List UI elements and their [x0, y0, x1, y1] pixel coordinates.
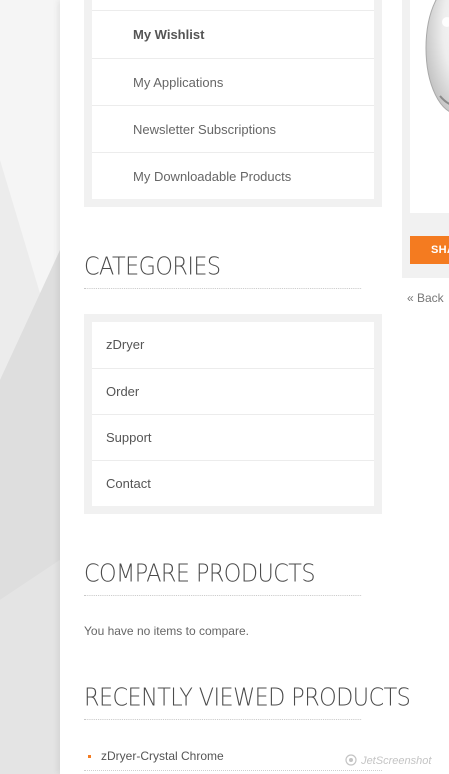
watermark-text: JetScreenshot	[361, 755, 432, 767]
account-nav-item-applications[interactable]: My Applications	[92, 58, 374, 105]
categories-title: CATEGORIES	[84, 251, 362, 289]
share-button[interactable]: SHA	[410, 236, 449, 264]
account-nav-item-newsletter[interactable]: Newsletter Subscriptions	[92, 105, 374, 152]
main-page: My Wishlist My Applications Newsletter S…	[60, 0, 449, 774]
recently-viewed-title: RECENTLY VIEWED PRODUCTS	[84, 682, 411, 720]
compare-title: COMPARE PRODUCTS	[84, 558, 362, 596]
category-item-order[interactable]: Order	[92, 368, 374, 414]
camera-lens-icon	[345, 754, 357, 766]
back-link[interactable]: « Back	[407, 291, 444, 305]
bullet-icon	[88, 755, 91, 758]
category-item-zdryer[interactable]: zDryer	[92, 322, 374, 368]
categories-list: zDryer Order Support Contact	[84, 314, 382, 514]
recently-viewed-item[interactable]: zDryer-Crystal Chrome	[84, 744, 382, 771]
watermark: JetScreenshot	[344, 754, 431, 767]
recently-viewed-list: zDryer-Crystal Chrome	[84, 744, 382, 771]
categories-title-text: CATEGORIES	[84, 251, 221, 281]
compare-empty-text: You have no items to compare.	[84, 624, 249, 638]
recently-viewed-title-text: RECENTLY VIEWED PRODUCTS	[84, 682, 411, 712]
recently-viewed-item-label: zDryer-Crystal Chrome	[101, 749, 224, 763]
product-photo-icon	[425, 0, 449, 112]
account-nav-item-wishlist[interactable]: My Wishlist	[92, 11, 374, 58]
account-nav-item-hidden[interactable]	[92, 0, 374, 11]
category-item-support[interactable]: Support	[92, 414, 374, 460]
account-nav-item-downloadable[interactable]: My Downloadable Products	[92, 152, 374, 199]
category-item-contact[interactable]: Contact	[92, 460, 374, 506]
compare-title-text: COMPARE PRODUCTS	[84, 558, 316, 588]
account-navigation: My Wishlist My Applications Newsletter S…	[84, 0, 382, 207]
product-panel: SHA	[402, 0, 449, 278]
product-image[interactable]	[410, 0, 449, 213]
